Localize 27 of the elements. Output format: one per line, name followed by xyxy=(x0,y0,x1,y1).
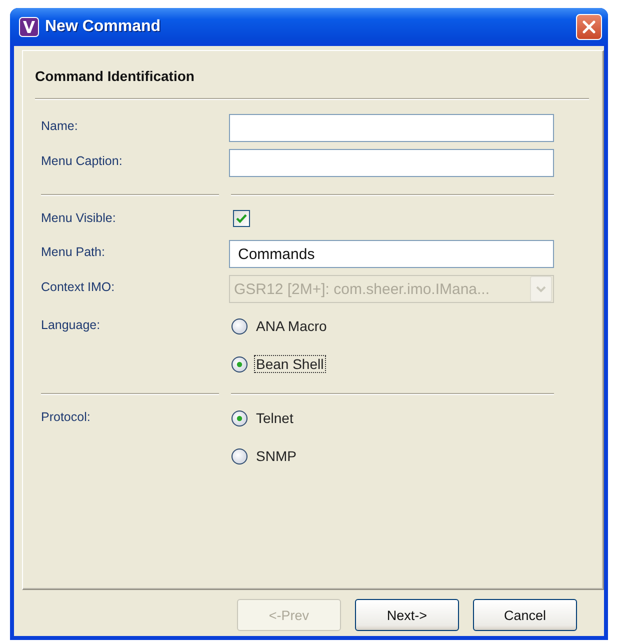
text-field[interactable]: Commands xyxy=(229,240,554,268)
field-label: Language: xyxy=(41,317,102,332)
text-field[interactable] xyxy=(229,149,554,177)
field-label: Protocol: xyxy=(41,409,92,424)
checkbox[interactable] xyxy=(233,210,250,227)
field-label: Menu Path: xyxy=(41,244,106,259)
wizard-button[interactable]: Next-> xyxy=(355,599,459,631)
radio-icon xyxy=(231,318,248,334)
window-title: New Command xyxy=(45,18,162,36)
close-button[interactable] xyxy=(576,14,602,40)
field-label: Name: xyxy=(41,118,79,133)
wizard-button[interactable]: Cancel xyxy=(473,599,577,631)
radio-button[interactable]: ANA Macro xyxy=(229,317,331,335)
caret-icon xyxy=(536,286,546,292)
radio-button[interactable]: SNMP xyxy=(229,447,300,465)
check-icon xyxy=(236,213,247,224)
field-label: Menu Visible: xyxy=(41,210,117,225)
radio-icon xyxy=(231,356,248,372)
app-logo-icon xyxy=(19,17,39,37)
text-field[interactable] xyxy=(229,114,554,142)
section-title: Command Identification xyxy=(35,68,196,84)
radio-button[interactable]: Telnet xyxy=(229,409,298,427)
radio-icon xyxy=(231,448,248,464)
field-label: Context IMO: xyxy=(41,279,116,294)
close-icon xyxy=(582,20,596,34)
field-label: Menu Caption: xyxy=(41,153,124,168)
radio-icon xyxy=(231,410,248,426)
